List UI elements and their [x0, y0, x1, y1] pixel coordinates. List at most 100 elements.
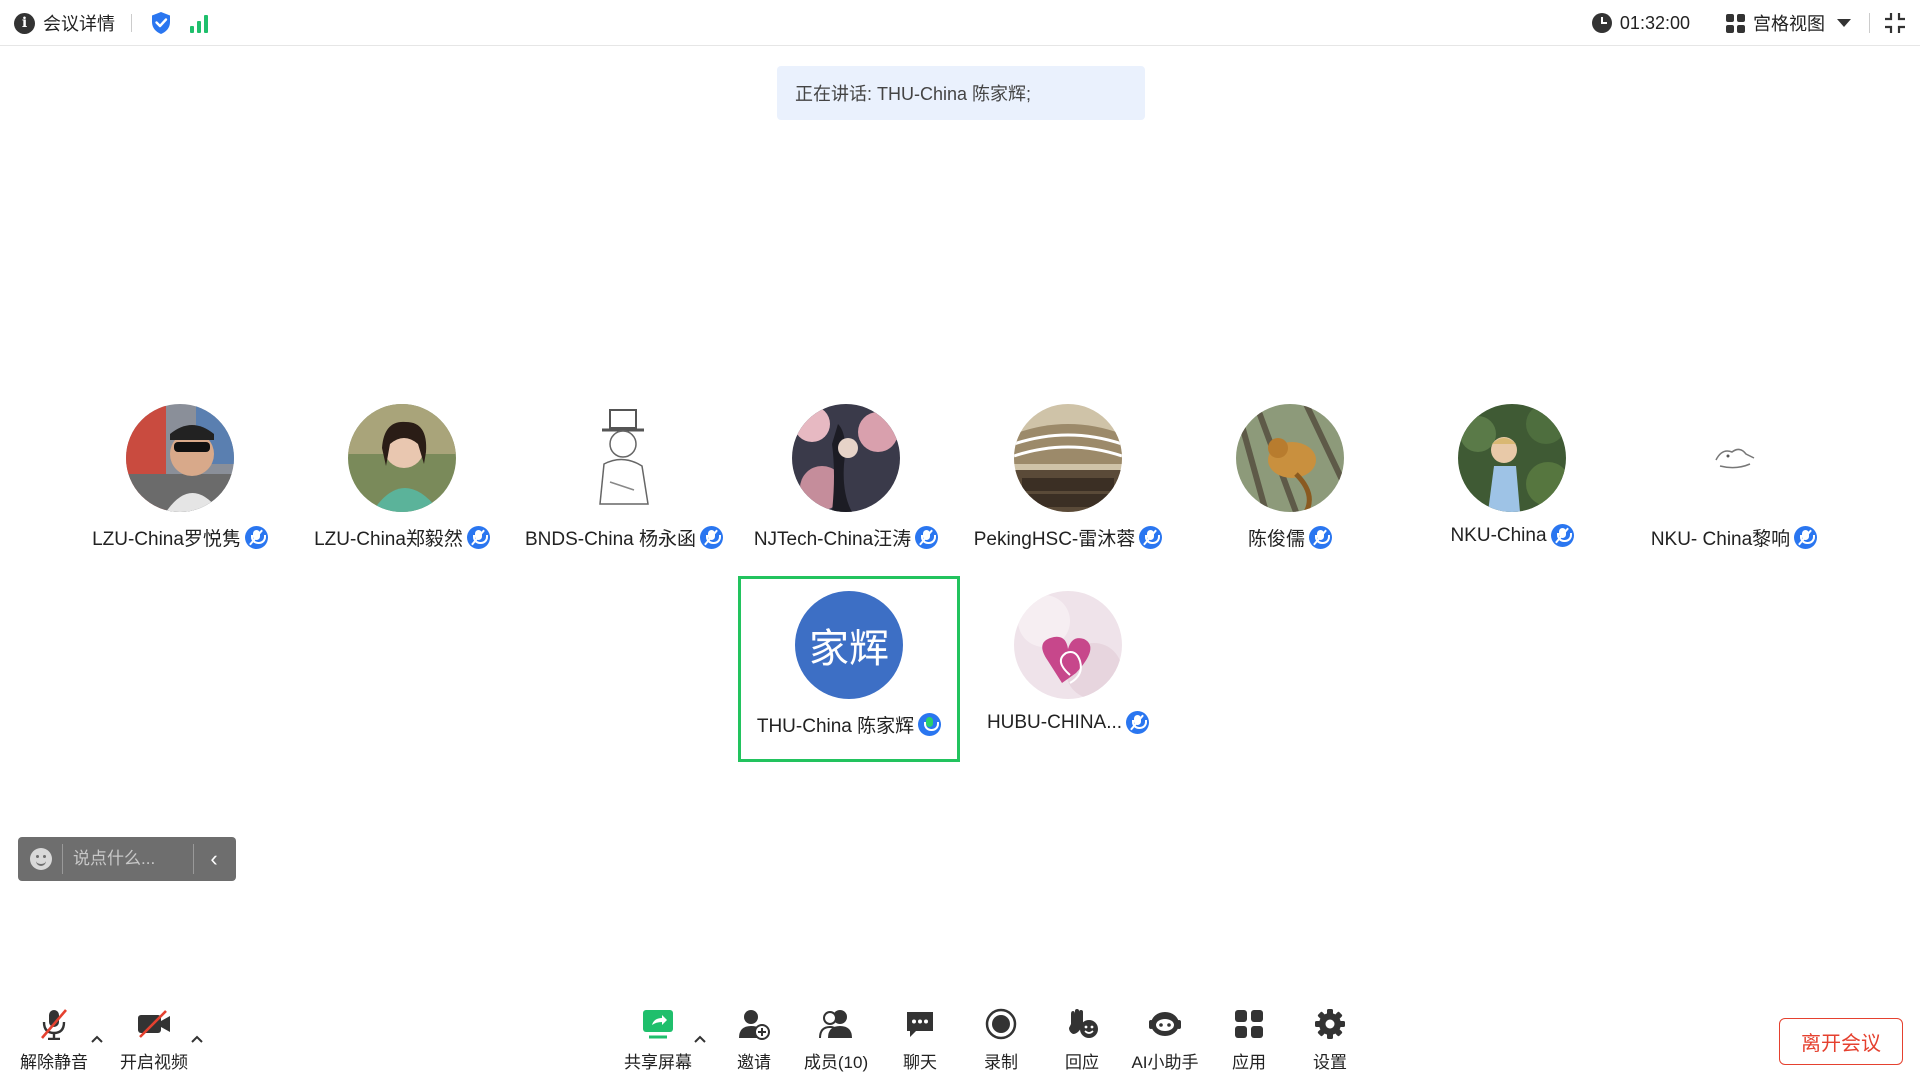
participant-name-row: PekingHSC-雷沐蓉 — [957, 524, 1179, 551]
ai-assistant-button[interactable]: AI小助手 — [1125, 1006, 1205, 1076]
participant-tile[interactable]: PekingHSC-雷沐蓉 — [957, 389, 1179, 575]
gear-icon — [1312, 1006, 1348, 1042]
view-mode-label: 宫格视图 — [1753, 14, 1825, 34]
settings-label: 设置 — [1313, 1053, 1347, 1072]
participant-name-row: LZU-China郑毅然 — [291, 524, 513, 551]
start-video-label: 开启视频 — [120, 1053, 188, 1072]
apps-label: 应用 — [1232, 1053, 1266, 1072]
participant-name-row: NKU- China黎响 — [1623, 524, 1845, 551]
chat-button[interactable]: 聊天 — [880, 1006, 960, 1076]
members-icon — [818, 1006, 854, 1042]
chevron-up-icon[interactable] — [693, 1032, 707, 1046]
avatar — [348, 404, 456, 512]
mic-muted-icon — [1309, 526, 1332, 549]
caret-down-icon — [1837, 19, 1851, 27]
security-shield-icon[interactable] — [150, 11, 172, 35]
mic-muted-icon — [244, 526, 268, 549]
avatar — [126, 404, 234, 512]
ai-assistant-label: AI小助手 — [1131, 1053, 1199, 1072]
exit-fullscreen-icon[interactable] — [1884, 12, 1906, 34]
participant-tile[interactable]: HUBU-CHINA... — [957, 576, 1179, 762]
quick-chat-box: ‹ — [18, 837, 236, 881]
view-mode-dropdown[interactable]: 宫格视图 — [1726, 10, 1851, 36]
mic-off-icon — [36, 1006, 72, 1042]
participant-tile[interactable]: LZU-China郑毅然 — [291, 389, 513, 575]
mic-muted-icon — [915, 526, 939, 549]
reactions-button[interactable]: 回应 — [1042, 1006, 1122, 1076]
start-video-button[interactable]: 开启视频 — [114, 1006, 194, 1076]
participant-tile[interactable]: NKU-China — [1401, 389, 1623, 575]
invite-button[interactable]: 邀请 — [714, 1006, 794, 1076]
participant-name-row: 陈俊儒 — [1179, 524, 1401, 551]
participant-name: NJTech-China汪涛 — [753, 529, 912, 550]
participant-name: NKU- China黎响 — [1650, 529, 1791, 550]
record-icon — [983, 1006, 1019, 1042]
participant-name-row: LZU-China罗悦隽 — [69, 524, 291, 551]
participant-name: NKU-China — [1450, 524, 1547, 546]
video-off-icon — [136, 1006, 172, 1042]
avatar — [570, 404, 678, 512]
participant-name: 陈俊儒 — [1247, 529, 1305, 550]
reactions-label: 回应 — [1065, 1053, 1099, 1072]
unmute-button[interactable]: 解除静音 — [14, 1006, 94, 1076]
avatar — [1680, 404, 1788, 512]
record-button[interactable]: 录制 — [961, 1006, 1041, 1076]
leave-meeting-button[interactable]: 离开会议 — [1779, 1018, 1903, 1065]
participant-name-row: BNDS-China 杨永函 — [513, 524, 735, 551]
participant-tile[interactable]: NJTech-China汪涛 — [735, 389, 957, 575]
participant-tile-active-speaker[interactable]: 家辉 THU-China 陈家辉 — [738, 576, 960, 762]
members-button[interactable]: 成员(10) — [796, 1006, 876, 1076]
grid-view-icon — [1726, 13, 1745, 33]
avatar — [792, 404, 900, 512]
participant-name: LZU-China郑毅然 — [314, 529, 463, 550]
avatar — [1014, 404, 1122, 512]
share-screen-label: 共享屏幕 — [624, 1053, 692, 1072]
divider — [1869, 13, 1870, 33]
participant-tile[interactable]: LZU-China罗悦隽 — [69, 389, 291, 575]
participant-name: LZU-China罗悦隽 — [92, 529, 241, 550]
apps-grid-icon — [1231, 1006, 1267, 1042]
avatar — [1458, 404, 1566, 512]
unmute-label: 解除静音 — [20, 1053, 88, 1072]
mic-muted-icon — [1139, 526, 1163, 549]
active-speaker-banner: 正在讲话: THU-China 陈家辉; — [777, 66, 1145, 120]
settings-button[interactable]: 设置 — [1290, 1006, 1370, 1076]
avatar — [1236, 404, 1344, 512]
participant-tile[interactable]: 陈俊儒 — [1179, 389, 1401, 575]
participant-name-row: NKU-China — [1401, 524, 1623, 547]
members-label: 成员(10) — [803, 1053, 869, 1072]
divider — [62, 844, 63, 874]
participant-tile[interactable]: BNDS-China 杨永函 — [513, 389, 735, 575]
participant-name: THU-China 陈家辉 — [756, 716, 915, 737]
avatar: 家辉 — [795, 591, 903, 699]
info-icon[interactable]: i — [14, 12, 35, 34]
ai-assistant-icon — [1147, 1006, 1183, 1042]
mic-muted-icon — [1126, 711, 1150, 734]
top-bar-right: 01:32:00 宫格视图 — [1591, 9, 1906, 37]
mic-muted-icon — [1550, 524, 1574, 547]
mic-muted-icon — [700, 526, 724, 549]
share-screen-icon — [640, 1006, 676, 1042]
chevron-up-icon[interactable] — [190, 1032, 204, 1046]
top-bar: i 会议详情 01:32:00 宫格视图 — [0, 0, 1920, 46]
participant-name-row: NJTech-China汪涛 — [735, 524, 957, 551]
chevron-up-icon[interactable] — [90, 1032, 104, 1046]
record-label: 录制 — [984, 1053, 1018, 1072]
chat-input[interactable] — [73, 849, 193, 869]
mic-speaking-icon — [918, 713, 942, 736]
top-bar-left: i 会议详情 — [14, 9, 210, 37]
apps-button[interactable]: 应用 — [1209, 1006, 1289, 1076]
meeting-details-link[interactable]: 会议详情 — [43, 10, 115, 36]
chat-bubble-icon — [902, 1006, 938, 1042]
participant-name: PekingHSC-雷沐蓉 — [973, 529, 1136, 550]
share-screen-button[interactable]: 共享屏幕 — [618, 1006, 698, 1076]
mic-muted-icon — [1794, 526, 1818, 549]
network-signal-icon[interactable] — [190, 13, 210, 33]
participant-name: HUBU-CHINA... — [986, 711, 1123, 733]
divider — [131, 14, 132, 32]
emoji-icon[interactable] — [30, 848, 52, 870]
collapse-chevron-left-icon[interactable]: ‹ — [194, 837, 234, 881]
participant-name: BNDS-China 杨永函 — [524, 529, 697, 550]
meeting-duration: 01:32:00 — [1619, 12, 1690, 33]
participant-tile[interactable]: NKU- China黎响 — [1623, 389, 1845, 575]
